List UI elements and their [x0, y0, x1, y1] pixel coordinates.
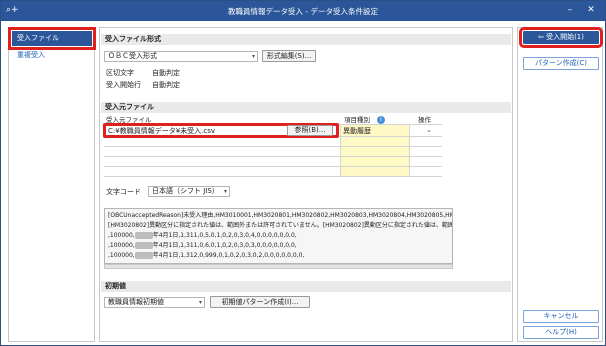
- unaccepted-log: [OBCUnacceptedReason]未受入理由,HM3010001,HM3…: [104, 208, 453, 264]
- sidebar-item-duplicate-import[interactable]: 重複受入: [12, 48, 92, 63]
- title-bar: ⌕+ 教職員情報データ受入 - データ受入条件設定 – ✕: [1, 1, 605, 21]
- info-icon[interactable]: i: [377, 116, 385, 124]
- redacted-name: [134, 252, 153, 259]
- start-import-button[interactable]: ⇦ 受入開始(1): [519, 27, 603, 48]
- log-line: [HM3020802]異動区分に指定された値は、範囲外または許可されていません。…: [108, 222, 453, 229]
- delimiter-value: 自動判定: [152, 69, 180, 77]
- log-horizontal-scrollbar[interactable]: [104, 264, 453, 269]
- cancel-button[interactable]: キャンセル: [523, 310, 599, 323]
- log-line: ,100000, 年4月1日,1,312,0,999,0,1,0,2,0,3,0…: [108, 252, 305, 259]
- charset-label: 文字コード: [106, 188, 141, 196]
- action-pane: ⇦ 受入開始(1) パターン作成(C) キャンセル ヘルプ(H): [517, 27, 603, 342]
- format-select[interactable]: ＯＢＣ受入形式 ▾: [104, 51, 258, 62]
- log-line: ,100000, 年4月1日,1,311,0,6,0,1,0,2,0,3,0,3…: [108, 242, 297, 249]
- grid-line: [104, 166, 442, 167]
- format-section-header: 受入ファイル形式: [101, 34, 511, 45]
- initial-pattern-create-button[interactable]: 初期値パターン作成(I)...: [210, 296, 310, 308]
- log-line: [OBCUnacceptedReason]未受入理由,HM3010001,HM3…: [108, 212, 453, 219]
- redacted-name: [134, 232, 153, 239]
- import-window: ⌕+ 教職員情報データ受入 - データ受入条件設定 – ✕ 受入ファイル 重複受…: [0, 0, 606, 346]
- format-edit-button[interactable]: 形式編集(S)...: [262, 50, 316, 62]
- delimiter-label: 区切文字: [106, 69, 134, 77]
- col-header-item-type: 項目種別: [344, 116, 370, 124]
- initial-value-select-value: 教職員情報初期値: [108, 298, 164, 306]
- browse-button[interactable]: 参照(B)...: [287, 125, 333, 136]
- grid-line: [104, 176, 442, 177]
- charset-select[interactable]: 日本語（シフト JIS） ▾: [148, 186, 230, 197]
- grid-line: [340, 124, 341, 176]
- sidebar: 受入ファイル 重複受入: [8, 27, 96, 342]
- chevron-down-icon[interactable]: ⌄: [426, 126, 432, 135]
- window-title: 教職員情報データ受入 - データ受入条件設定: [228, 7, 378, 16]
- source-section-header: 受入元ファイル: [101, 102, 511, 113]
- grid-line: [409, 124, 410, 176]
- initial-value-select[interactable]: 教職員情報初期値 ▾: [104, 297, 205, 308]
- col-header-operation: 操作: [418, 116, 431, 124]
- start-row-value: 自動判定: [152, 81, 180, 89]
- close-icon[interactable]: ✕: [584, 4, 598, 17]
- file-path-field[interactable]: C:¥教職員情報データ¥未受入.csv: [108, 127, 215, 136]
- charset-select-value: 日本語（シフト JIS）: [152, 187, 219, 195]
- help-button[interactable]: ヘルプ(H): [523, 326, 599, 339]
- import-icon: ⇦: [537, 33, 547, 41]
- log-line: ,100000, 年4月1日,1,311,0,5,0,1,0,2,0,3,0,4…: [108, 232, 297, 239]
- sidebar-item-import-file[interactable]: 受入ファイル: [8, 27, 96, 50]
- redacted-name: [134, 242, 153, 249]
- sidebar-item-label: 受入ファイル: [17, 34, 59, 42]
- chevron-down-icon: ▾: [251, 53, 255, 60]
- chevron-down-icon: ▾: [198, 299, 202, 306]
- minimize-icon[interactable]: –: [563, 4, 577, 17]
- format-select-value: ＯＢＣ受入形式: [108, 52, 157, 60]
- create-pattern-button[interactable]: パターン作成(C): [523, 57, 599, 70]
- item-type-value[interactable]: 異動履歴: [343, 127, 371, 136]
- main-panel: 受入ファイル形式 ＯＢＣ受入形式 ▾ 形式編集(S)... 区切文字 自動判定 …: [99, 27, 513, 342]
- initial-section-header: 初期値: [101, 281, 511, 292]
- grid-line: [104, 156, 442, 157]
- start-row-label: 受入開始行: [106, 81, 141, 89]
- grid-line: [104, 146, 442, 147]
- sidebar-item-label: 重複受入: [17, 51, 45, 59]
- chevron-down-icon: ▾: [223, 188, 227, 195]
